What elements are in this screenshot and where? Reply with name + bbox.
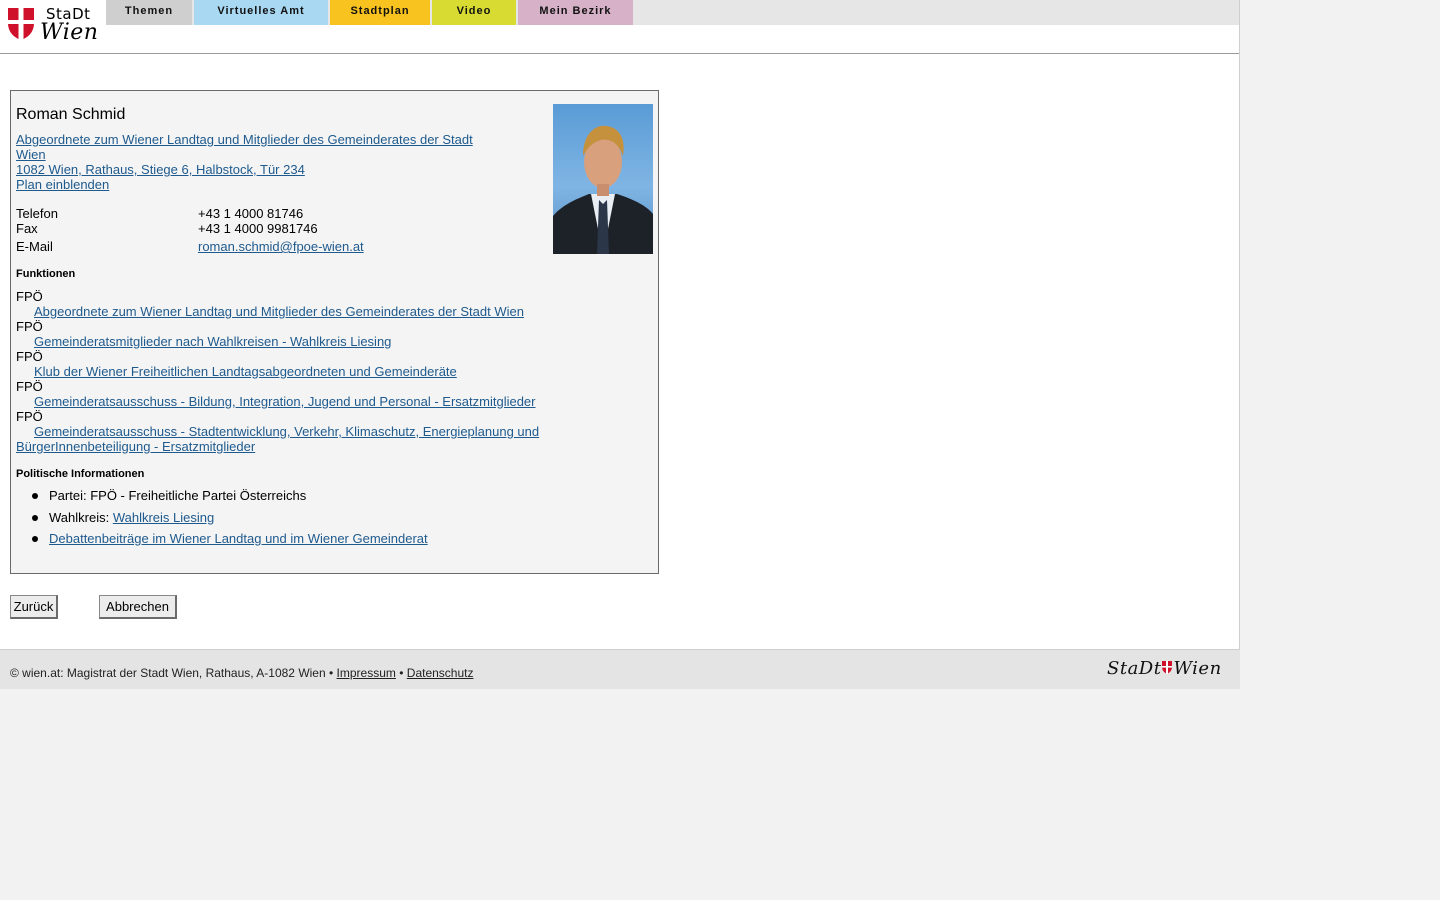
page: StaDt Wien Themen Virtuelles Amt Stadtpl… <box>0 0 1240 689</box>
footer-logo[interactable]: StaDt Wien <box>1107 658 1222 679</box>
party-label: Partei: <box>49 488 87 503</box>
logo-text-wien: Wien <box>40 20 99 45</box>
portrait-image <box>553 125 653 254</box>
tab-virtuelles-amt[interactable]: Virtuelles Amt <box>194 0 328 25</box>
show-map-link[interactable]: Plan einblenden <box>16 177 109 192</box>
person-photo <box>553 104 653 254</box>
back-button[interactable]: Zurück <box>10 595 58 619</box>
tab-video[interactable]: Video <box>432 0 516 25</box>
function-party: FPÖ <box>16 379 43 394</box>
site-header: StaDt Wien Themen Virtuelles Amt Stadtpl… <box>0 0 1239 54</box>
function-party: FPÖ <box>16 349 43 364</box>
tab-mein-bezirk[interactable]: Mein Bezirk <box>518 0 633 25</box>
function-party: FPÖ <box>16 319 43 334</box>
footer-separator: • <box>399 666 404 680</box>
functions-heading: Funktionen <box>16 268 76 280</box>
phone-label: Telefon <box>16 206 58 221</box>
debates-link[interactable]: Debattenbeiträge im Wiener Landtag und i… <box>49 531 428 546</box>
function-link-line1[interactable]: Gemeinderatsausschuss - Stadtentwicklung… <box>34 424 539 439</box>
tab-stadtplan[interactable]: Stadtplan <box>330 0 430 25</box>
footer-shield-icon <box>1162 661 1173 674</box>
party-item: Partei: FPÖ - Freiheitliche Partei Öster… <box>49 488 306 503</box>
privacy-link[interactable]: Datenschutz <box>407 666 474 680</box>
bullet-icon <box>32 515 38 521</box>
district-item: Wahlkreis: Wahlkreis Liesing <box>49 510 214 525</box>
phone-value: +43 1 4000 81746 <box>198 206 304 221</box>
district-label: Wahlkreis: <box>49 510 110 525</box>
fax-value: +43 1 4000 9981746 <box>198 221 318 236</box>
address-link[interactable]: 1082 Wien, Rathaus, Stiege 6, Halbstock,… <box>16 162 305 177</box>
cancel-button[interactable]: Abbrechen <box>99 595 177 619</box>
tab-themen[interactable]: Themen <box>106 0 192 25</box>
role-link-line2[interactable]: Wien <box>16 147 46 162</box>
footer-logo-stadt: StaDt <box>1107 658 1162 679</box>
party-value: FPÖ - Freiheitliche Partei Österreichs <box>90 488 307 503</box>
stadt-wien-logo[interactable]: StaDt Wien <box>6 5 102 45</box>
function-party: FPÖ <box>16 409 43 424</box>
person-card: Roman Schmid Abgeordnete zum Wiener Land… <box>10 90 659 574</box>
political-info-heading: Politische Informationen <box>16 468 145 480</box>
site-footer: © wien.at: Magistrat der Stadt Wien, Rat… <box>0 649 1240 689</box>
role-link-line1[interactable]: Abgeordnete zum Wiener Landtag und Mitgl… <box>16 132 473 147</box>
function-link-line2[interactable]: BürgerInnenbeteiligung - Ersatzmitgliede… <box>16 439 255 454</box>
district-link[interactable]: Wahlkreis Liesing <box>113 510 214 525</box>
function-link[interactable]: Gemeinderatsmitglieder nach Wahlkreisen … <box>34 334 391 349</box>
function-link[interactable]: Abgeordnete zum Wiener Landtag und Mitgl… <box>34 304 524 319</box>
impressum-link[interactable]: Impressum <box>337 666 396 680</box>
person-name: Roman Schmid <box>16 106 126 123</box>
bullet-icon <box>32 536 38 542</box>
function-link[interactable]: Gemeinderatsausschuss - Bildung, Integra… <box>34 394 536 409</box>
copyright-text: © wien.at: Magistrat der Stadt Wien, Rat… <box>10 666 334 680</box>
footer-text: © wien.at: Magistrat der Stadt Wien, Rat… <box>10 666 473 680</box>
function-link[interactable]: Klub der Wiener Freiheitlichen Landtagsa… <box>34 364 457 379</box>
wien-shield-icon <box>8 8 34 40</box>
bullet-icon <box>32 493 38 499</box>
email-link[interactable]: roman.schmid@fpoe-wien.at <box>198 239 364 254</box>
email-label: E-Mail <box>16 239 53 254</box>
footer-logo-wien: Wien <box>1173 658 1222 679</box>
function-party: FPÖ <box>16 289 43 304</box>
fax-label: Fax <box>16 221 38 236</box>
